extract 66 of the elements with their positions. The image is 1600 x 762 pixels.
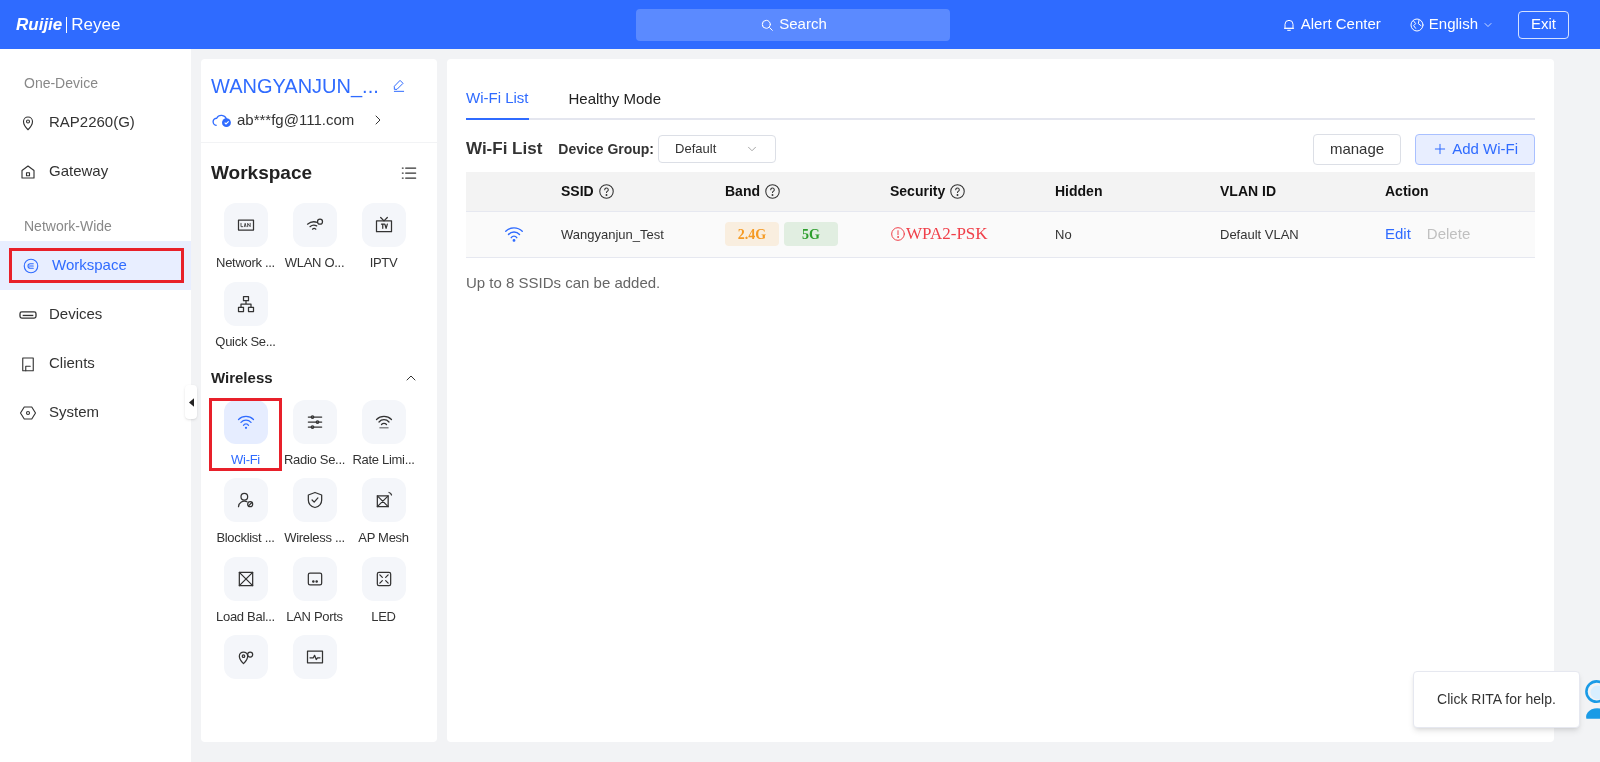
workspace-tile[interactable]: Quick Se... <box>211 281 280 351</box>
panel-title: Workspace <box>211 160 313 185</box>
column-header: Security <box>890 181 946 201</box>
sidebar-heading: One-Device <box>23 74 99 93</box>
sidebar-item[interactable]: RAP2260(G) <box>9 105 184 140</box>
cloud-check-icon <box>211 112 233 129</box>
hint-text: Up to 8 SSIDs can be added. <box>466 272 662 293</box>
account-email: ab***fg@111.com <box>237 110 355 130</box>
workspace-tile[interactable]: Rate Limi... <box>349 399 418 469</box>
table-cell: Default VLAN <box>1220 227 1299 242</box>
workspace-tile[interactable]: Load Bal... <box>211 556 280 626</box>
field-label: Device Group: <box>558 139 655 159</box>
phone-icon <box>19 354 37 373</box>
device-group-select[interactable]: Default <box>658 135 777 163</box>
user-block-icon <box>235 490 256 510</box>
logo: Reyee <box>71 13 121 36</box>
help-icon[interactable] <box>949 182 967 200</box>
sidebar-item[interactable]: Gateway <box>9 154 184 189</box>
workspace-tile[interactable]: WLAN O... <box>280 203 349 273</box>
help-tooltip: Click RITA for help. <box>1413 671 1580 728</box>
workspace-tile[interactable]: LAN Ports <box>280 556 349 626</box>
language-selector[interactable]: English <box>1408 13 1494 36</box>
tab[interactable]: Wi-Fi List <box>466 87 529 120</box>
edit-link[interactable]: Edit <box>1385 222 1411 246</box>
workspace-tile[interactable]: Wireless ... <box>280 478 349 548</box>
caret-left-icon <box>188 397 194 407</box>
column-header: Band <box>725 181 760 201</box>
table-cell: No <box>1055 227 1072 242</box>
column-header: Action <box>1385 181 1429 201</box>
sidebar-item[interactable]: Workspace <box>9 248 184 283</box>
alert-center-link[interactable]: Alert Center <box>1280 13 1381 36</box>
workspace-tile[interactable]: Network ... <box>211 203 280 273</box>
globe-icon <box>1408 16 1425 33</box>
add-wifi-button[interactable]: Add Wi-Fi <box>1415 133 1535 165</box>
network-name: WANGYANJUN_... <box>211 74 379 100</box>
band-tag: 5G <box>784 222 838 246</box>
workspace-tile[interactable]: LED <box>349 556 418 626</box>
group-title: Wireless <box>211 368 273 388</box>
help-icon[interactable] <box>764 182 781 200</box>
logo: Ruijie <box>16 13 63 36</box>
band-tag: 2.4G <box>725 222 779 246</box>
sidebar-item[interactable]: Clients <box>9 346 184 381</box>
workspace-tile[interactable]: Wi-Fi <box>211 399 280 469</box>
tab[interactable]: Healthy Mode <box>568 87 662 120</box>
hexagon-icon <box>19 403 37 422</box>
network-tree-icon <box>235 293 256 314</box>
tv-icon <box>373 215 394 235</box>
workspace-tile[interactable]: Blocklist ... <box>211 478 280 548</box>
workspace-tile[interactable]: AP Mesh <box>349 478 418 548</box>
table-cell: Wangyanjun_Test <box>561 227 664 242</box>
sidebar-item[interactable]: Devices <box>9 297 184 332</box>
table-cell-text: WPA2-PSK <box>906 223 988 246</box>
exit-button[interactable]: Exit <box>1518 10 1569 39</box>
manage-button[interactable]: manage <box>1312 133 1402 165</box>
workspace-tile[interactable]: Radio Se... <box>280 399 349 469</box>
sidebar-heading: Network-Wide <box>23 217 113 236</box>
column-header: SSID <box>561 181 594 201</box>
column-header: Hidden <box>1055 181 1103 201</box>
section-title: Wi-Fi List <box>466 138 543 161</box>
collapse-handle[interactable] <box>185 385 197 419</box>
column-header: VLAN ID <box>1220 181 1276 201</box>
router-icon <box>19 310 37 319</box>
sidebar-item[interactable]: System <box>9 395 184 430</box>
circle-icon <box>22 256 40 275</box>
help-icon[interactable] <box>597 182 615 200</box>
workspace-tile[interactable]: IPTV <box>349 203 418 273</box>
